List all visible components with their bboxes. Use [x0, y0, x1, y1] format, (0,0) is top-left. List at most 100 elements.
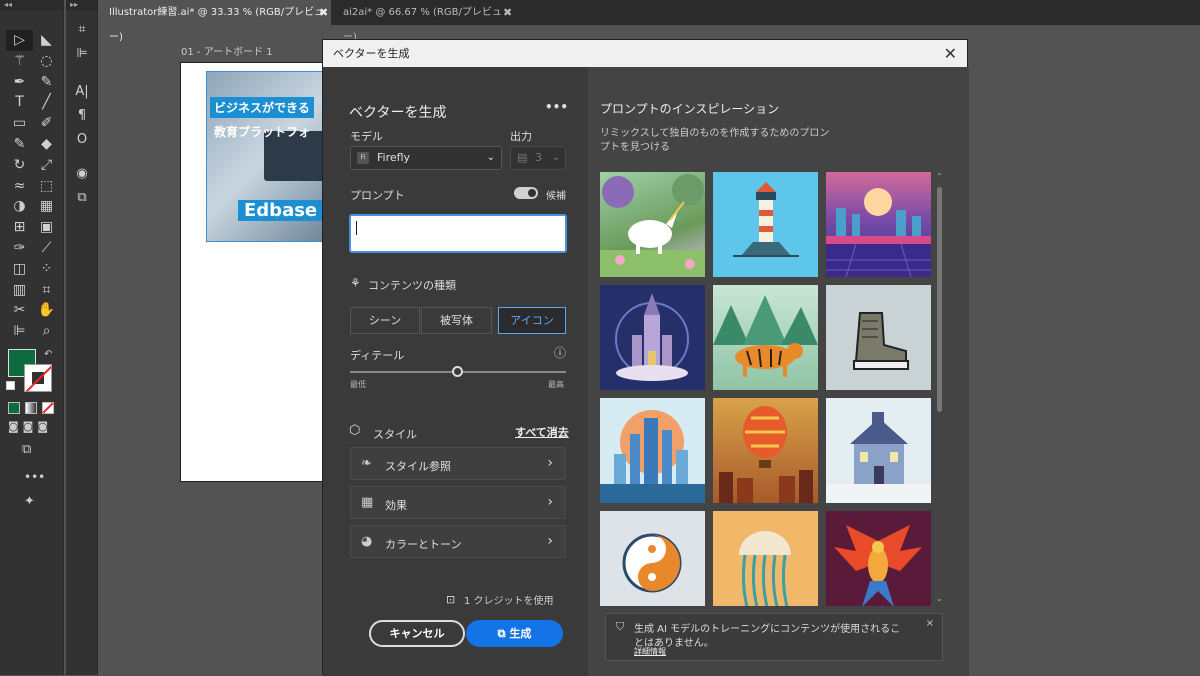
slice-tool-icon[interactable]: ✂ [6, 300, 33, 321]
artboards-panel-icon[interactable]: ⌗ [66, 18, 98, 42]
default-colors-icon[interactable] [6, 381, 15, 390]
blend-tool-icon[interactable]: ◫ [6, 259, 33, 280]
paintbrush-tool-icon[interactable]: ✐ [33, 113, 60, 134]
tab-ai2ai[interactable]: ai2ai* @ 66.67 % (RGB/プレビュー) ✖ [333, 0, 513, 43]
content-type-subject[interactable]: 被写体 [421, 307, 492, 334]
gradient-mode-icon[interactable] [25, 402, 37, 414]
gradient-tool-icon[interactable]: ▣ [33, 217, 60, 238]
rectangle-tool-icon[interactable]: ▭ [6, 113, 33, 134]
prompt-label: プロンプト [350, 189, 405, 202]
generate-button[interactable]: ⧉ 生成 [466, 620, 563, 647]
model-dropdown[interactable]: Fi Firefly ⌄ [350, 146, 502, 170]
boot-thumbnail[interactable] [826, 285, 931, 390]
inspiration-scrollbar[interactable]: ⌃ ⌄ [934, 172, 944, 606]
content-type-scene[interactable]: シーン [350, 307, 420, 334]
opentype-panel-icon[interactable]: O [66, 128, 98, 152]
more-tools-icon[interactable]: ••• [24, 470, 45, 484]
rotate-tool-icon[interactable]: ↻ [6, 155, 33, 176]
lighthouse-thumbnail[interactable] [713, 172, 818, 277]
yin-yang-thumbnail[interactable] [600, 511, 705, 606]
appearance-panel-icon[interactable]: ◉ [66, 162, 98, 186]
close-icon[interactable]: ✖ [503, 0, 512, 25]
perspective-grid-tool-icon[interactable]: ▦ [33, 196, 60, 217]
content-type-icon-option[interactable]: アイコン [498, 307, 566, 334]
screen-mode-icon[interactable]: ⧉ [22, 442, 31, 457]
futuristic-city-thumbnail[interactable] [600, 398, 705, 503]
victorian-house-thumbnail[interactable] [826, 398, 931, 503]
selection-tool-icon[interactable]: ▷ [6, 30, 33, 51]
direct-selection-tool-icon[interactable]: ◣ [33, 30, 60, 51]
cancel-button[interactable]: キャンセル [369, 620, 465, 647]
lasso-tool-icon[interactable]: ◌ [33, 51, 60, 72]
clear-all-link[interactable]: すべて消去 [515, 424, 569, 440]
banner-image[interactable]: ビジネスができる 教育プラットフォ Edbase [206, 71, 324, 242]
graph-tool-icon[interactable]: ▥ [6, 280, 33, 301]
line-tool-icon[interactable]: ╱ [33, 92, 60, 113]
pen-tool-icon[interactable]: ✒ [6, 72, 33, 93]
tab-illustrator-practice[interactable]: Illustrator練習.ai* @ 33.33 % (RGB/プレビュー) … [99, 0, 331, 43]
sparkle-icon[interactable]: ✦ [24, 494, 35, 509]
close-icon[interactable]: × [926, 618, 934, 629]
phoenix-thumbnail[interactable] [826, 511, 931, 606]
measure-tool-icon[interactable]: ⟋ [33, 238, 60, 259]
chevron-down-icon: ⌄ [486, 152, 495, 163]
color-tone-button[interactable]: ◕ カラーとトーン › [350, 525, 566, 558]
free-transform-tool-icon[interactable]: ⬚ [33, 176, 60, 197]
magic-wand-tool-icon[interactable]: ⚚ [6, 51, 33, 72]
character-panel-icon[interactable]: A| [66, 80, 98, 104]
width-tool-icon[interactable]: ≈ [6, 176, 33, 197]
eyedropper-tool-icon[interactable]: ✑ [6, 238, 33, 259]
align-panel-icon[interactable]: ⊫ [66, 42, 98, 66]
panel-collapse-icon[interactable]: ◂◂ [0, 0, 63, 10]
dock-collapse-icon[interactable]: ▸▸ [66, 0, 97, 10]
scale-tool-icon[interactable]: ⤢ [33, 155, 60, 176]
hot-air-balloon-thumbnail[interactable] [713, 398, 818, 503]
eraser-tool-icon[interactable]: ◆ [33, 134, 60, 155]
paragraph-panel-icon[interactable]: ¶ [66, 104, 98, 128]
style-reference-button[interactable]: ❧ スタイル参照 › [350, 447, 566, 480]
scrollbar-thumb[interactable] [937, 187, 942, 412]
transform-panel-icon[interactable]: ⧉ [66, 186, 98, 210]
close-icon[interactable]: ✖ [319, 0, 328, 25]
shape-builder-tool-icon[interactable]: ◑ [6, 196, 33, 217]
inspiration-panel: プロンプトのインスピレーション リミックスして独自のものを作成するためのプロン … [588, 67, 969, 676]
draw-mode-icon[interactable]: ◙◙◙ [8, 420, 52, 433]
symbol-sprayer-tool-icon[interactable]: ⁘ [33, 259, 60, 280]
output-count-dropdown[interactable]: ▤ 3 ⌄ [510, 146, 566, 170]
learn-more-link[interactable]: 詳細情報 [634, 646, 666, 657]
tiger-forest-thumbnail[interactable] [713, 285, 818, 390]
none-mode-icon[interactable] [42, 402, 54, 414]
generate-vector-dialog: ベクターを生成 ✕ ベクターを生成 ••• モデル Fi Firefly ⌄ 出… [322, 39, 969, 676]
artboard-tool-icon[interactable]: ⌗ [33, 280, 60, 301]
more-options-icon[interactable]: ••• [545, 100, 568, 114]
info-icon[interactable]: ⓘ [554, 344, 566, 361]
panel-title: ベクターを生成 [349, 105, 447, 121]
zoom-tool-icon[interactable]: ⌕ [33, 321, 60, 342]
suggestions-toggle[interactable] [514, 187, 538, 199]
curvature-tool-icon[interactable]: ✎ [33, 72, 60, 93]
prompt-input[interactable] [349, 214, 567, 253]
model-value: Firefly [377, 151, 411, 164]
align-tool-icon[interactable]: ⊫ [6, 321, 33, 342]
type-tool-icon[interactable]: T [6, 92, 33, 113]
scroll-up-icon[interactable]: ⌃ [936, 172, 943, 181]
fantasy-castle-thumbnail[interactable] [600, 285, 705, 390]
swap-colors-icon[interactable]: ↶ [44, 349, 52, 360]
jellyfish-thumbnail[interactable] [713, 511, 818, 606]
style-reference-icon: ❧ [361, 456, 372, 471]
neon-city-thumbnail[interactable] [826, 172, 931, 277]
unicorn-forest-thumbnail[interactable] [600, 172, 705, 277]
dialog-title: ベクターを生成 [333, 47, 410, 60]
tools-panel: ◂◂ ▷ ◣ ⚚ ◌ ✒ ✎ T ╱ ▭ ✐ ✎ ◆ ↻ ⤢ ≈ ⬚ ◑ ▦ ⊞… [0, 0, 64, 675]
close-icon[interactable]: ✕ [944, 40, 957, 67]
mesh-tool-icon[interactable]: ⊞ [6, 217, 33, 238]
panel-dock: ▸▸ ⌗ ⊫ A| ¶ O ◉ ⧉ [66, 0, 98, 675]
shaper-tool-icon[interactable]: ✎ [6, 134, 33, 155]
content-type-icon: ⚘ [350, 276, 361, 290]
scroll-down-icon[interactable]: ⌄ [936, 594, 943, 603]
hand-tool-icon[interactable]: ✋ [33, 300, 60, 321]
stroke-color-swatch[interactable] [24, 364, 52, 392]
detail-slider-handle[interactable] [452, 366, 463, 377]
effects-button[interactable]: ▦ 効果 › [350, 486, 566, 519]
color-mode-icon[interactable] [8, 402, 20, 414]
